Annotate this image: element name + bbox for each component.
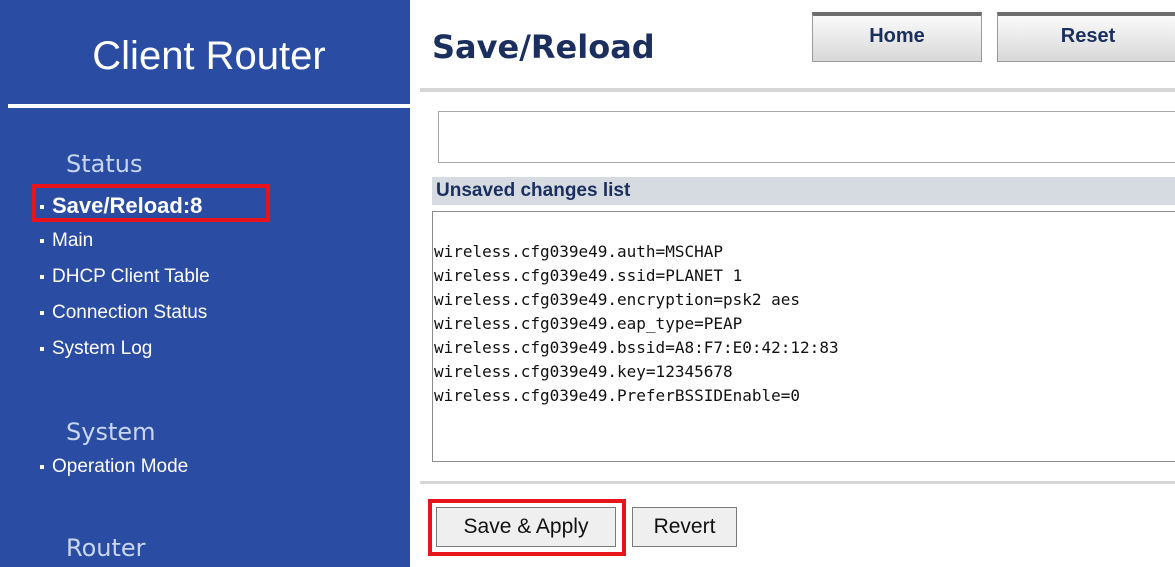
highlight-box-save-apply [428, 499, 626, 556]
change-line: wireless.cfg039e49.eap_type=PEAP [434, 314, 743, 333]
sidebar-item-connection-status[interactable]: Connection Status [40, 302, 207, 324]
sidebar-item-main[interactable]: Main [40, 230, 93, 252]
message-box [438, 111, 1175, 163]
sidebar-item-label: System Log [52, 338, 153, 359]
brand-title: Client Router [92, 34, 326, 78]
section-title-router: Router [66, 534, 146, 562]
sidebar-item-label: Main [52, 230, 94, 251]
sidebar-item-operation-mode[interactable]: Operation Mode [40, 456, 188, 478]
sidebar-item-dhcp-client-table[interactable]: DHCP Client Table [40, 266, 210, 288]
revert-button[interactable]: Revert [632, 507, 737, 547]
sidebar-item-label: DHCP Client Table [52, 266, 210, 287]
sidebar-item-label: Operation Mode [52, 456, 189, 477]
changes-list-textarea[interactable]: wireless.cfg039e49.auth=MSCHAP wireless.… [432, 211, 1175, 462]
sidebar-item-label: Connection Status [52, 302, 208, 323]
bullet-icon [40, 238, 44, 243]
section-title-system: System [66, 418, 156, 446]
page-title: Save/Reload [432, 28, 655, 66]
bullet-icon [40, 274, 44, 279]
change-line: wireless.cfg039e49.PreferBSSIDEnable=0 [434, 386, 801, 405]
section-title-status: Status [66, 150, 143, 178]
bullet-icon [40, 464, 44, 469]
footer-divider [420, 481, 1175, 484]
change-line: wireless.cfg039e49.bssid=A8:F7:E0:42:12:… [434, 338, 839, 357]
change-line: wireless.cfg039e49.auth=MSCHAP [434, 242, 723, 261]
bullet-icon [40, 310, 44, 315]
home-button[interactable]: Home [812, 12, 982, 62]
sidebar-item-system-log[interactable]: System Log [40, 338, 152, 360]
brand-divider [8, 104, 410, 108]
highlight-box-save-reload [32, 184, 270, 222]
reset-button[interactable]: Reset [997, 12, 1175, 62]
change-line: wireless.cfg039e49.key=12345678 [434, 362, 733, 381]
bullet-icon [40, 346, 44, 351]
change-line: wireless.cfg039e49.encryption=psk2 aes [434, 290, 801, 309]
changes-list-header: Unsaved changes list [432, 177, 1175, 205]
header-divider [420, 88, 1175, 92]
change-line: wireless.cfg039e49.ssid=PLANET 1 [434, 266, 743, 285]
sidebar: Client Router Status Save/Reload:8 Main … [0, 0, 410, 567]
